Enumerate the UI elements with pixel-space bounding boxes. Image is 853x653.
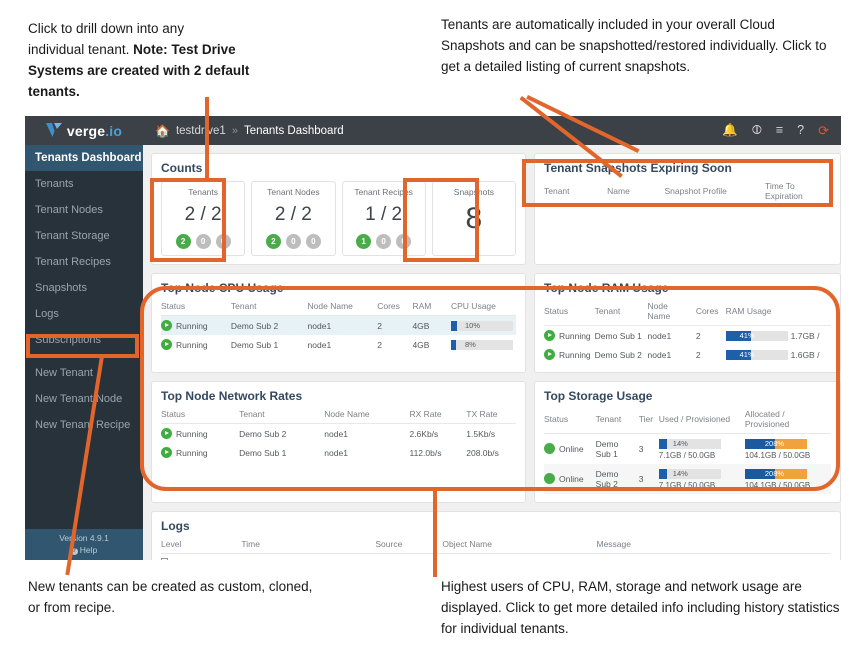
count-dot-green: 2 <box>265 234 281 249</box>
logs-table: Level Time Source Object Name Message Me… <box>161 538 831 560</box>
content-row-logs: Logs Level Time Source Object Name Messa… <box>151 510 841 560</box>
count-tile-label: Tenant Nodes <box>267 187 320 197</box>
col-time: Time <box>241 538 376 554</box>
count-tile-dots: 1 0 0 <box>347 234 421 249</box>
count-tile-dots: 2 0 0 <box>256 234 330 249</box>
count-dot-gray-2: 0 <box>305 234 321 249</box>
count-dot-green: 2 <box>175 234 191 249</box>
count-dot-green: 1 <box>356 234 372 249</box>
count-tile-tenant-nodes[interactable]: Tenant Nodes 2 / 2 2 0 0 <box>251 181 336 256</box>
rss-icon[interactable]: ⦷ <box>752 124 762 137</box>
count-tile-value: 8 <box>465 202 483 235</box>
content-row-top: Counts Tenants 2 / 2 2 0 0 Tenant Nodes … <box>151 153 841 265</box>
count-dot-gray-1: 0 <box>195 234 211 249</box>
annotation-bottom-right: Highest users of CPU, RAM, storage and n… <box>441 579 840 636</box>
sidebar-item-new-tenant[interactable]: New Tenant <box>25 360 143 386</box>
count-tile-value: 2 / 2 <box>184 204 222 225</box>
highlight-usage-panels <box>140 286 840 491</box>
top-bar-icons: 🔔 ⦷ ≡ ? ⟳ <box>722 116 829 145</box>
annotation-top-left: Click to drill down into any individual … <box>28 18 268 102</box>
sidebar-footer: Version 4.9.1 ? Help <box>25 529 143 560</box>
snapshots-expiring-card: Tenant Snapshots Expiring Soon Tenant Na… <box>534 153 841 265</box>
annotation-bottom-left: New tenants can be created as custom, cl… <box>28 579 313 615</box>
count-tile-tenant-recipes[interactable]: Tenant Recipes 1 / 2 1 0 0 <box>341 181 426 256</box>
col-name: Name <box>607 181 665 206</box>
version-label: Version 4.9.1 <box>59 533 109 543</box>
table-header-row: Level Time Source Object Name Message <box>161 538 831 554</box>
logo[interactable]: verge.io <box>25 116 143 145</box>
cell-message: [Tenant node 'node1'] Status is now 'run… <box>596 553 831 561</box>
count-tile-label: Tenant Recipes <box>354 187 413 197</box>
logo-text: verge.io <box>66 122 123 139</box>
table-row[interactable]: Message Feb 04, 2022 11:08:10 node1 Demo… <box>161 553 831 560</box>
count-tile-value: 2 / 2 <box>274 204 312 225</box>
breadcrumb-current: Tenants Dashboard <box>243 124 344 137</box>
cell-time: Feb 04, 2022 11:08:10 <box>241 553 375 561</box>
cell-level: Message <box>161 553 241 560</box>
sidebar-divider <box>35 356 133 357</box>
col-object-name: Object Name <box>442 538 597 554</box>
col-snapshot-profile: Snapshot Profile <box>664 181 765 206</box>
col-time-to-expiration: Time To Expiration <box>764 181 831 206</box>
logs-title: Logs <box>161 518 190 533</box>
screenshot-root: Click to drill down into any individual … <box>0 0 853 653</box>
count-tile-label: Snapshots <box>453 187 494 197</box>
breadcrumb-root[interactable]: testdrive1 <box>176 125 226 137</box>
count-dot-gray-1: 0 <box>285 234 301 249</box>
sidebar-item-tenants[interactable]: Tenants <box>25 171 143 197</box>
annotation-tl-line2: individual tenant. <box>28 42 134 57</box>
breadcrumb: 🏠 testdrive1 » Tenants Dashboard <box>143 124 344 138</box>
home-icon[interactable]: 🏠 <box>155 124 170 138</box>
help-circle-icon: ? <box>70 548 78 555</box>
col-message: Message <box>596 538 831 554</box>
count-dot-gray-2: 0 <box>396 234 412 249</box>
bell-icon[interactable]: 🔔 <box>722 124 738 137</box>
help-icon[interactable]: ? <box>797 124 804 137</box>
sidebar-item-logs[interactable]: Logs <box>25 301 143 327</box>
sidebar-item-tenant-nodes[interactable]: Tenant Nodes <box>25 197 143 223</box>
breadcrumb-separator-icon: » <box>231 124 238 137</box>
counts-card: Counts Tenants 2 / 2 2 0 0 Tenant Nodes … <box>151 153 526 265</box>
count-tile-snapshots[interactable]: Snapshots 8 <box>431 181 516 256</box>
refresh-icon[interactable]: ⟳ <box>818 124 829 137</box>
top-bar: verge.io 🏠 testdrive1 » Tenants Dashboar… <box>25 116 841 145</box>
sidebar-item-tenant-recipes[interactable]: Tenant Recipes <box>25 249 143 275</box>
snapshots-expiring-title: Tenant Snapshots Expiring Soon <box>544 161 732 175</box>
sidebar-item-subscriptions[interactable]: Subscriptions <box>25 327 143 353</box>
counts-title: Counts <box>161 161 203 175</box>
document-icon <box>161 557 168 560</box>
sidebar: Tenants Dashboard Tenants Tenant Nodes T… <box>25 145 143 560</box>
table-header-row: Tenant Name Snapshot Profile Time To Exp… <box>544 181 831 206</box>
cell-source: node1 <box>375 553 442 561</box>
col-tenant: Tenant <box>544 181 608 206</box>
sidebar-item-new-tenant-recipe[interactable]: New Tenant Recipe <box>25 412 143 438</box>
logs-card: Logs Level Time Source Object Name Messa… <box>151 510 841 560</box>
verge-v-icon <box>45 123 63 138</box>
sidebar-item-tenant-storage[interactable]: Tenant Storage <box>25 223 143 249</box>
help-link[interactable]: ? Help <box>25 545 143 555</box>
count-dot-gray-1: 0 <box>376 234 392 249</box>
col-source: Source <box>375 538 443 554</box>
count-tile-tenants[interactable]: Tenants 2 / 2 2 0 0 <box>161 181 246 256</box>
count-tile-dots: 2 0 0 <box>166 234 240 249</box>
sidebar-item-snapshots[interactable]: Snapshots <box>25 275 143 301</box>
annotation-top-right: Tenants are automatically included in yo… <box>441 17 827 74</box>
sidebar-item-tenants-dashboard[interactable]: Tenants Dashboard <box>25 145 143 171</box>
count-dot-gray-2: 0 <box>215 234 231 249</box>
snapshots-expiring-table: Tenant Name Snapshot Profile Time To Exp… <box>544 181 831 206</box>
menu-icon[interactable]: ≡ <box>776 124 783 137</box>
cell-object: Demo Sub 2 <box>442 553 596 561</box>
count-tile-label: Tenants <box>188 187 219 197</box>
count-tile-value: 1 / 2 <box>365 204 403 225</box>
counts-tiles: Tenants 2 / 2 2 0 0 Tenant Nodes 2 / 2 2… <box>161 181 516 256</box>
annotation-tl-line1: Click to drill down into any <box>28 21 185 36</box>
sidebar-item-new-tenant-node[interactable]: New Tenant Node <box>25 386 143 412</box>
col-level: Level <box>161 538 242 554</box>
